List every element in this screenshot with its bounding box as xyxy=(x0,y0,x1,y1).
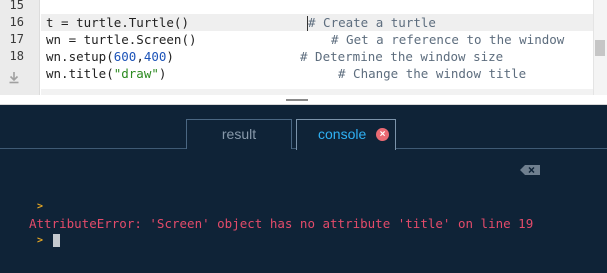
code-line: t = turtle.Turtle() # Create a turtle xyxy=(41,14,593,31)
code-text: wn = turtle.Screen() xyxy=(46,32,197,47)
line-number: 16 xyxy=(9,15,24,29)
code-text: t = turtle.Turtle() xyxy=(46,15,189,30)
console-cursor[interactable] xyxy=(53,234,60,247)
vertical-scrollbar[interactable] xyxy=(593,0,607,95)
line-number: 18 xyxy=(9,49,24,63)
console-output[interactable] xyxy=(0,150,607,273)
line-number-gutter: 15 16 17 18 xyxy=(0,0,40,95)
code-comment: # Change the window title xyxy=(338,66,527,81)
code-comment: # Determine the window size xyxy=(300,49,504,64)
code-text: wn.title("draw") xyxy=(46,65,166,82)
code-line: wn.setup(600,400) # Determine the window… xyxy=(41,48,593,65)
code-token: wn.setup( xyxy=(46,49,114,64)
number-literal: 600 xyxy=(113,49,137,64)
tab-console[interactable]: console × xyxy=(296,119,396,150)
code-comment: # Get a reference to the window xyxy=(331,32,565,47)
text-cursor xyxy=(307,16,308,31)
drag-handle-icon[interactable] xyxy=(286,99,308,101)
code-comment: # Create a turtle xyxy=(308,15,436,30)
code-editor[interactable]: 15 16 17 18 t = turtle.Turtle() # Create… xyxy=(0,0,607,95)
code-line: wn.title("draw") # Change the window tit… xyxy=(41,65,593,82)
code-area[interactable]: t = turtle.Turtle() # Create a turtle wn… xyxy=(41,0,593,95)
code-token: ) xyxy=(158,66,167,81)
string-literal: "draw" xyxy=(113,66,159,81)
scrollbar-thumb[interactable] xyxy=(595,40,605,56)
close-icon[interactable]: × xyxy=(376,128,389,141)
code-token: ) xyxy=(166,49,174,64)
error-message: AttributeError: 'Screen' object has no a… xyxy=(29,216,534,231)
down-arrow-icon[interactable] xyxy=(5,70,23,88)
code-line: wn = turtle.Screen() # Get a reference t… xyxy=(41,31,593,48)
tab-label: console xyxy=(318,126,367,142)
line-number: 17 xyxy=(9,32,24,46)
console-prompt: > xyxy=(37,235,44,246)
pane-splitter[interactable] xyxy=(0,95,607,105)
tab-result[interactable]: result xyxy=(186,119,292,149)
code-text: wn.setup(600,400) xyxy=(46,48,174,65)
backspace-icon[interactable] xyxy=(520,165,540,175)
line-number: 15 xyxy=(9,0,24,12)
code-token: wn.title( xyxy=(46,66,114,81)
number-literal: 400 xyxy=(143,49,167,64)
code-token: , xyxy=(136,49,144,64)
console-prompt: > xyxy=(37,201,44,212)
